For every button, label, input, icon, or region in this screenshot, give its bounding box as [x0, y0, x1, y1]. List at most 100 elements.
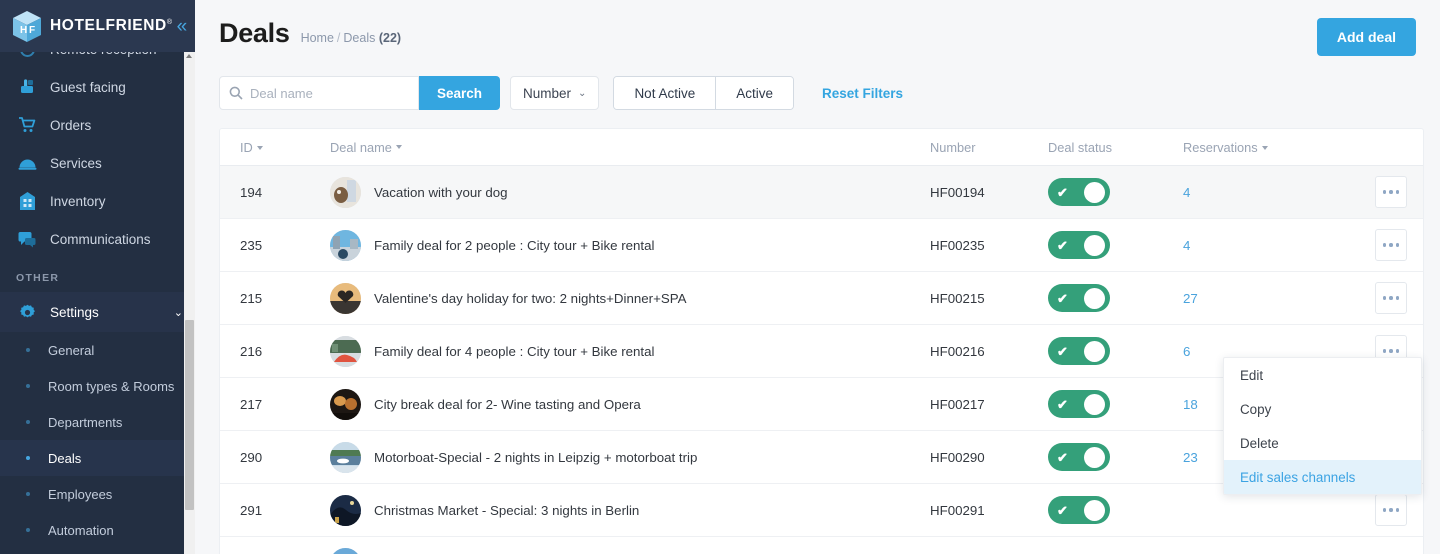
ellipsis-icon — [1382, 508, 1387, 512]
deal-status-toggle[interactable]: ✔ — [1048, 337, 1110, 365]
number-select-label: Number — [523, 85, 572, 101]
sidebar-item-departments[interactable]: Departments — [0, 404, 195, 440]
toggle-knob — [1084, 499, 1105, 521]
sidebar-item-orders[interactable]: Orders — [0, 106, 195, 144]
deal-avatar — [330, 176, 361, 208]
ellipsis-icon — [1389, 296, 1393, 300]
row-actions-button[interactable] — [1375, 229, 1407, 261]
reservations-link[interactable]: 18 — [1183, 397, 1198, 412]
sidebar-sub-label: Room types & Rooms — [48, 378, 175, 394]
reservations-link[interactable]: 4 — [1183, 238, 1190, 253]
deal-avatar — [330, 441, 361, 473]
search-box[interactable] — [219, 76, 419, 110]
reservations-link[interactable]: 4 — [1183, 185, 1190, 200]
sidebar-section-other: OTHER — [16, 272, 60, 284]
sidebar-item-inventory[interactable]: Inventory — [0, 182, 195, 220]
sort-caret-icon[interactable] — [395, 145, 402, 149]
sidebar-item-automation[interactable]: Automation — [0, 512, 195, 548]
search-input[interactable] — [250, 85, 400, 101]
search-icon — [229, 86, 243, 100]
check-icon: ✔ — [1057, 237, 1068, 253]
deal-status-toggle[interactable]: ✔ — [1048, 231, 1110, 259]
column-header-reservations[interactable]: Reservations — [1179, 140, 1339, 155]
main-content: Deals Home/Deals (22) Add deal Search Nu… — [195, 0, 1440, 554]
breadcrumb: Home / Deals (22) — [301, 31, 402, 45]
bullet-icon — [26, 348, 30, 352]
sidebar-item-settings[interactable]: Settings ⌄ — [0, 292, 195, 332]
deal-avatar — [330, 388, 361, 420]
sidebar-item-remote-reception[interactable]: Remote reception — [0, 52, 195, 68]
deal-status-toggle[interactable]: ✔ — [1048, 284, 1110, 312]
status-filter-group: Not Active Active — [613, 76, 794, 110]
reservations-link[interactable]: 23 — [1183, 450, 1198, 465]
cell-status: ✔ — [1044, 443, 1179, 471]
page-header: Deals Home / Deals (22) Add deal — [195, 0, 1440, 56]
deal-avatar — [330, 335, 361, 367]
chevron-down-icon[interactable]: ⌄ — [174, 306, 183, 319]
deals-table: ID Deal name Number Deal status Reservat… — [219, 128, 1424, 554]
deal-name-text: Valentine's day holiday for two: 2 night… — [374, 290, 687, 306]
scrollbar-thumb[interactable] — [185, 320, 194, 510]
cell-number: HF00290 — [930, 449, 985, 465]
cell-actions — [1339, 494, 1423, 526]
sidebar-label: Communications — [50, 231, 151, 247]
sidebar-item-employees[interactable]: Employees — [0, 476, 195, 512]
sidebar-item-general[interactable]: General — [0, 332, 195, 368]
add-deal-button[interactable]: Add deal — [1316, 18, 1416, 56]
reset-filters-link[interactable]: Reset Filters — [822, 86, 903, 101]
room-service-bell-icon — [16, 156, 38, 171]
filter-not-active[interactable]: Not Active — [614, 77, 716, 109]
table-row[interactable]: 215 Valentine's day holiday for two: 2 n… — [220, 272, 1423, 325]
reservations-link[interactable]: 6 — [1183, 344, 1190, 359]
sidebar-item-room-types-rooms[interactable]: Room types & Rooms — [0, 368, 195, 404]
cell-deal-name — [326, 547, 926, 554]
cell-id: 217 — [240, 396, 263, 412]
filter-active[interactable]: Active — [715, 77, 793, 109]
deal-status-toggle[interactable]: ✔ — [1048, 443, 1110, 471]
context-menu-item-edit[interactable]: Edit — [1224, 358, 1421, 392]
row-actions-button[interactable] — [1375, 176, 1407, 208]
sidebar-item-deals[interactable]: Deals — [0, 440, 195, 476]
number-select[interactable]: Number ⌄ — [510, 76, 600, 110]
sidebar-item-services[interactable]: Services — [0, 144, 195, 182]
scroll-up-arrow-icon[interactable] — [186, 54, 192, 58]
row-actions-button[interactable] — [1375, 282, 1407, 314]
cell-id: 235 — [240, 237, 263, 253]
shopping-cart-icon — [16, 116, 38, 134]
sidebar-item-guest-facing[interactable]: Guest facing — [0, 68, 195, 106]
ellipsis-icon — [1395, 296, 1400, 300]
toggle-knob — [1084, 340, 1105, 362]
deal-status-toggle[interactable]: ✔ — [1048, 496, 1110, 524]
table-row[interactable]: 194 Vacation with your dog HF00194 ✔ 4 — [220, 166, 1423, 219]
cell-reservations: 4 — [1179, 185, 1339, 200]
row-actions-button[interactable] — [1375, 494, 1407, 526]
reservations-link[interactable]: 27 — [1183, 291, 1198, 306]
context-menu-item-copy[interactable]: Copy — [1224, 392, 1421, 426]
column-header-deal-name[interactable]: Deal name — [326, 140, 926, 155]
check-icon: ✔ — [1057, 184, 1068, 200]
context-menu-item-delete[interactable]: Delete — [1224, 426, 1421, 460]
sidebar-collapse-icon[interactable]: « — [173, 15, 192, 38]
breadcrumb-count: (22) — [378, 31, 402, 45]
table-row[interactable] — [220, 537, 1423, 554]
sidebar-item-communications[interactable]: Communications — [0, 220, 195, 258]
sort-caret-icon[interactable] — [256, 146, 263, 151]
cell-deal-name: Family deal for 4 people : City tour + B… — [326, 335, 926, 367]
search-button[interactable]: Search — [419, 76, 501, 110]
chat-bubbles-icon — [16, 231, 38, 248]
table-row[interactable]: 235 Family deal for 2 people : City tour… — [220, 219, 1423, 272]
sidebar-subnav: General Room types & Rooms Departments D… — [0, 332, 195, 548]
ellipsis-icon — [1389, 508, 1393, 512]
deal-avatar — [330, 547, 361, 554]
ellipsis-icon — [1395, 243, 1400, 247]
deal-status-toggle[interactable]: ✔ — [1048, 178, 1110, 206]
deal-status-toggle[interactable]: ✔ — [1048, 390, 1110, 418]
breadcrumb-home[interactable]: Home — [301, 31, 334, 45]
sort-caret-icon[interactable] — [1261, 146, 1268, 151]
page-title: Deals — [219, 18, 290, 48]
sidebar-sub-label: Employees — [48, 486, 113, 502]
column-header-id[interactable]: ID — [220, 140, 326, 155]
cell-reservations: 27 — [1179, 291, 1339, 306]
context-menu-item-edit-sales-channels[interactable]: Edit sales channels — [1224, 460, 1421, 494]
sidebar-scrollbar[interactable] — [184, 52, 195, 554]
